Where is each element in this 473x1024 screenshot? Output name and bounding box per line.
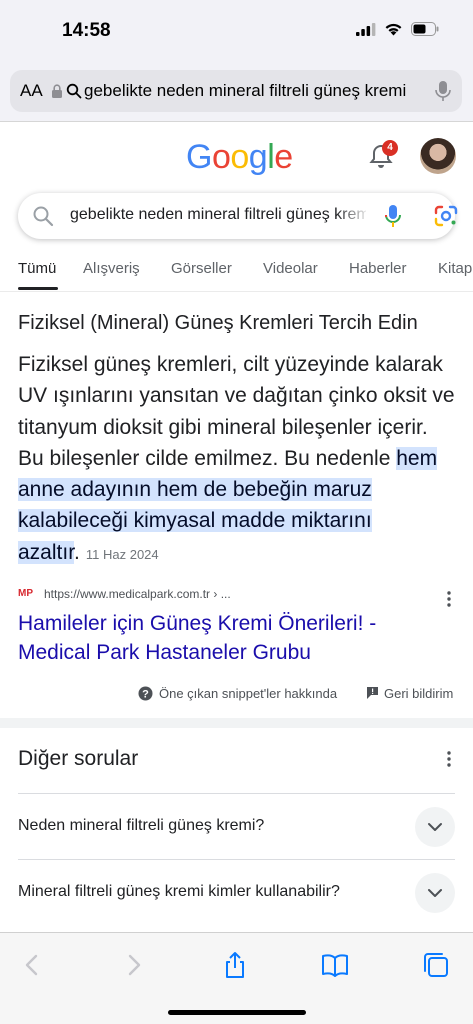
status-bar: 14:58 bbox=[0, 0, 473, 62]
snippet-heading: Fiziksel (Mineral) Güneş Kremleri Tercih… bbox=[18, 312, 418, 334]
tab-videos[interactable]: Videolar bbox=[263, 260, 318, 277]
result-url[interactable]: https://www.medicalpark.com.tr › ... bbox=[44, 587, 231, 601]
home-indicator bbox=[168, 1010, 306, 1015]
google-logo-letter: o bbox=[211, 138, 231, 176]
chevron-down-icon bbox=[428, 823, 442, 831]
address-bar-text[interactable]: gebelikte neden mineral filtreli güneş k… bbox=[84, 81, 426, 101]
snippet-text: Fiziksel güneş kremleri, cilt yüzeyinde … bbox=[18, 353, 455, 470]
snippet-text-end: . bbox=[74, 540, 80, 564]
wifi-icon bbox=[385, 23, 402, 36]
lock-icon bbox=[52, 84, 62, 98]
back-icon[interactable] bbox=[18, 951, 46, 979]
google-logo-letter: g bbox=[248, 138, 268, 176]
more-options-icon[interactable] bbox=[447, 591, 451, 607]
search-icon bbox=[33, 206, 54, 227]
snippet-body: Fiziksel güneş kremleri, cilt yüzeyinde … bbox=[18, 349, 458, 570]
cellular-signal-icon bbox=[356, 22, 376, 36]
tabs-icon[interactable] bbox=[422, 951, 450, 979]
battery-icon bbox=[411, 22, 439, 36]
reader-settings-button[interactable]: AA bbox=[20, 81, 50, 101]
google-header: Google 4 bbox=[0, 122, 473, 192]
snippet-feedback-row: ? Öne çıkan snippet'ler hakkında Geri bi… bbox=[0, 684, 473, 704]
status-icons bbox=[356, 22, 439, 36]
forward-icon[interactable] bbox=[120, 951, 148, 979]
result-source[interactable]: MP https://www.medicalpark.com.tr › ... bbox=[18, 587, 455, 607]
question-item[interactable]: Mineral filtreli güneş kremi kimler kull… bbox=[18, 859, 455, 925]
search-input[interactable]: gebelikte neden mineral filtreli güneş k… bbox=[70, 206, 366, 224]
section-divider bbox=[0, 718, 473, 728]
google-logo-letter: o bbox=[230, 138, 249, 176]
feedback-icon[interactable] bbox=[366, 686, 379, 700]
expand-question-button[interactable] bbox=[415, 873, 455, 913]
other-questions-title: Diğer sorular bbox=[18, 747, 139, 770]
google-logo-letter: G bbox=[186, 138, 212, 176]
share-icon[interactable] bbox=[221, 951, 249, 979]
search-box[interactable]: gebelikte neden mineral filtreli güneş k… bbox=[18, 193, 458, 239]
voice-search-mic-icon[interactable] bbox=[384, 204, 402, 228]
microphone-icon[interactable] bbox=[434, 80, 452, 102]
chevron-down-icon bbox=[428, 889, 442, 897]
more-options-icon[interactable] bbox=[447, 751, 451, 767]
tab-images[interactable]: Görseller bbox=[171, 260, 232, 277]
feedback-link[interactable]: Geri bildirim bbox=[384, 686, 453, 701]
search-text-fade bbox=[336, 201, 370, 231]
status-time: 14:58 bbox=[62, 20, 111, 41]
google-logo[interactable]: Google bbox=[186, 138, 293, 177]
expand-question-button[interactable] bbox=[415, 807, 455, 847]
tab-news[interactable]: Haberler bbox=[349, 260, 407, 277]
about-snippets-link[interactable]: Öne çıkan snippet'ler hakkında bbox=[159, 686, 337, 701]
active-tab-indicator bbox=[18, 287, 58, 290]
avatar[interactable] bbox=[420, 138, 456, 174]
search-icon bbox=[66, 83, 82, 99]
question-item[interactable]: Neden mineral filtreli güneş kremi? bbox=[18, 793, 455, 859]
address-bar[interactable]: AA gebelikte neden mineral filtreli güne… bbox=[10, 70, 462, 112]
snippet-date: 11 Haz 2024 bbox=[85, 546, 159, 562]
tab-shopping[interactable]: Alışveriş bbox=[83, 260, 140, 277]
google-logo-letter: e bbox=[274, 138, 293, 176]
bookmarks-icon[interactable] bbox=[321, 951, 349, 979]
notification-badge: 4 bbox=[382, 140, 398, 156]
google-lens-icon[interactable] bbox=[434, 205, 458, 227]
help-icon[interactable]: ? bbox=[138, 686, 153, 701]
tab-all[interactable]: Tümü bbox=[18, 260, 56, 277]
site-favicon: MP bbox=[18, 588, 33, 599]
question-text[interactable]: Neden mineral filtreli güneş kremi? bbox=[18, 817, 264, 835]
tab-books[interactable]: Kitaplar bbox=[438, 260, 473, 277]
browser-address-area: AA gebelikte neden mineral filtreli güne… bbox=[0, 62, 473, 122]
search-tabs: Tümü Alışveriş Görseller Videolar Haberl… bbox=[0, 256, 473, 292]
result-title-link[interactable]: Hamileler için Güneş Kremi Önerileri! - … bbox=[18, 609, 448, 667]
svg-text:?: ? bbox=[142, 688, 149, 700]
question-text[interactable]: Mineral filtreli güneş kremi kimler kull… bbox=[18, 883, 340, 901]
